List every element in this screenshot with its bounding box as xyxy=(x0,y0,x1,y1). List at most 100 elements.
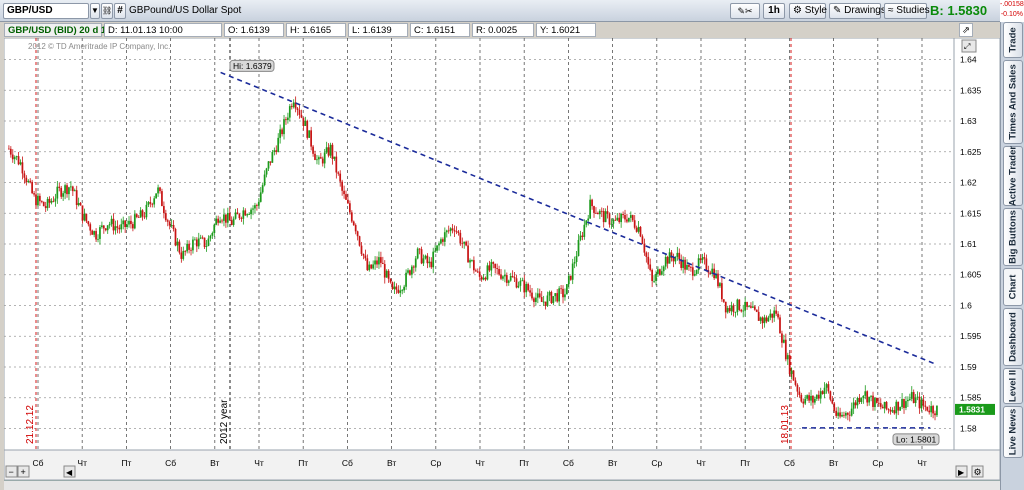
scroll-right-icon[interactable]: ▶ xyxy=(955,465,968,478)
candle-body xyxy=(930,406,932,413)
candle-body xyxy=(261,185,264,193)
candle-body xyxy=(556,293,559,302)
x-tick-label: Сб xyxy=(165,458,176,468)
candle-body xyxy=(591,199,593,207)
candle-body xyxy=(228,212,231,221)
candle-body xyxy=(507,280,510,283)
candle-body xyxy=(283,119,285,135)
candle-body xyxy=(37,195,39,206)
candle-body xyxy=(467,245,469,263)
candle-body xyxy=(190,249,192,251)
candle-body xyxy=(219,220,221,223)
candle-body xyxy=(399,290,402,293)
drawing-tools-icon[interactable]: ✎✂ xyxy=(730,3,760,19)
candle-body xyxy=(693,273,696,276)
tab-big-buttons-label: Big Buttons xyxy=(1007,210,1019,264)
candle-body xyxy=(461,243,464,245)
tab-level-ii-label: Level II xyxy=(1007,369,1019,403)
drawings-button[interactable]: ✎ Drawings xyxy=(829,3,886,19)
candle-body xyxy=(256,205,258,206)
style-button[interactable]: ⚙ Style xyxy=(789,3,827,19)
candle-body xyxy=(651,269,653,282)
candle-body xyxy=(412,266,415,268)
candle-body xyxy=(544,301,547,306)
expand-icon[interactable]: ⇗ xyxy=(959,23,973,37)
candle-body xyxy=(145,204,148,218)
price-chart[interactable]: 1.64 1.635 1.63 1.625 1.62 1.615 1.61 1.605 1.6 1… xyxy=(3,37,1001,481)
candle-body xyxy=(99,227,101,239)
candle-body xyxy=(752,306,754,308)
x-tick-labels: Сб Чт Пт Сб Вт Чт Пт Сб Вт Ср Чт Пт Сб Вт Ср Чт Пт Сб Вт Ср… xyxy=(32,458,926,468)
candle-body xyxy=(296,108,299,110)
symbol-input[interactable]: GBP/USD xyxy=(3,3,89,19)
tab-big-buttons[interactable]: Big Buttons xyxy=(1003,208,1023,266)
candle-body xyxy=(447,230,450,232)
candle-body xyxy=(881,406,884,409)
candle-body xyxy=(120,224,123,230)
candle-body xyxy=(161,191,163,207)
candle-body xyxy=(232,218,235,225)
horizontal-scrollbar[interactable] xyxy=(4,480,1000,490)
tab-active-trader[interactable]: Active Trader xyxy=(1003,146,1023,206)
tab-live-news[interactable]: Live News xyxy=(1003,406,1023,458)
candle-body xyxy=(430,261,433,268)
ohlc-info-bar: GBP/USD (BID) 20 d 1h D: 11.01.13 10:00 … xyxy=(4,23,973,37)
date-marker-label: 18.01.13 xyxy=(780,405,791,444)
candle-body xyxy=(660,271,663,275)
candle-body xyxy=(238,214,241,219)
tab-trade[interactable]: Trade xyxy=(1003,22,1023,58)
scroll-left-icon[interactable]: ◀ xyxy=(63,465,76,478)
symbol-dropdown-icon[interactable]: ▼ xyxy=(90,3,100,19)
candle-body xyxy=(736,299,739,313)
candle-body xyxy=(484,277,487,280)
candle-body xyxy=(629,215,632,218)
candle-body xyxy=(19,162,22,165)
candle-body xyxy=(848,414,851,416)
candle-body xyxy=(58,186,61,188)
candle-body xyxy=(374,260,376,265)
candle-body xyxy=(566,284,568,295)
tab-dashboard[interactable]: Dashboard xyxy=(1003,308,1023,366)
timeframe-button[interactable]: 1h xyxy=(763,3,785,19)
candle-body xyxy=(391,282,394,290)
candle-body xyxy=(746,301,748,307)
auto-scale-icon[interactable]: ⤢ xyxy=(961,39,977,53)
candle-body xyxy=(759,317,762,321)
candle-body xyxy=(517,285,520,288)
candle-body xyxy=(600,210,603,212)
candle-body xyxy=(885,401,888,410)
candle-body xyxy=(662,266,665,272)
candle-body xyxy=(395,286,398,290)
candle-body xyxy=(155,193,157,199)
candle-body xyxy=(281,129,283,135)
candle-body xyxy=(337,172,340,174)
candle-body xyxy=(192,239,194,251)
candle-body xyxy=(321,158,324,164)
chart-area[interactable]: 1.64 1.635 1.63 1.625 1.62 1.615 1.61 1.605 1.6 1… xyxy=(3,37,1001,481)
x-tick-label: Чт xyxy=(254,458,264,468)
candle-body xyxy=(184,250,187,252)
tab-level-ii[interactable]: Level II xyxy=(1003,368,1023,404)
candle-body xyxy=(368,264,371,271)
candle-body xyxy=(40,201,43,202)
hash-button[interactable]: # xyxy=(114,3,126,19)
candle-body xyxy=(118,227,121,230)
zoom-out-icon[interactable]: − xyxy=(5,465,18,478)
candle-body xyxy=(166,220,169,222)
candle-body xyxy=(827,384,830,392)
candle-body xyxy=(852,402,855,409)
candle-body xyxy=(240,218,243,219)
candle-body xyxy=(587,218,590,221)
x-tick-label: Сб xyxy=(784,458,795,468)
candle-body xyxy=(33,193,35,195)
settings-icon[interactable]: ⚙ xyxy=(971,465,984,478)
studies-button[interactable]: ≈ Studies xyxy=(884,3,930,19)
candle-body xyxy=(60,187,63,197)
zoom-in-icon[interactable]: + xyxy=(17,465,30,478)
candle-body xyxy=(668,252,671,264)
link-icon[interactable]: ⛓ xyxy=(101,3,113,19)
candle-body xyxy=(234,212,237,219)
candle-body xyxy=(593,206,595,213)
tab-times-and-sales[interactable]: Times And Sales xyxy=(1003,60,1023,144)
tab-chart[interactable]: Chart xyxy=(1003,268,1023,306)
